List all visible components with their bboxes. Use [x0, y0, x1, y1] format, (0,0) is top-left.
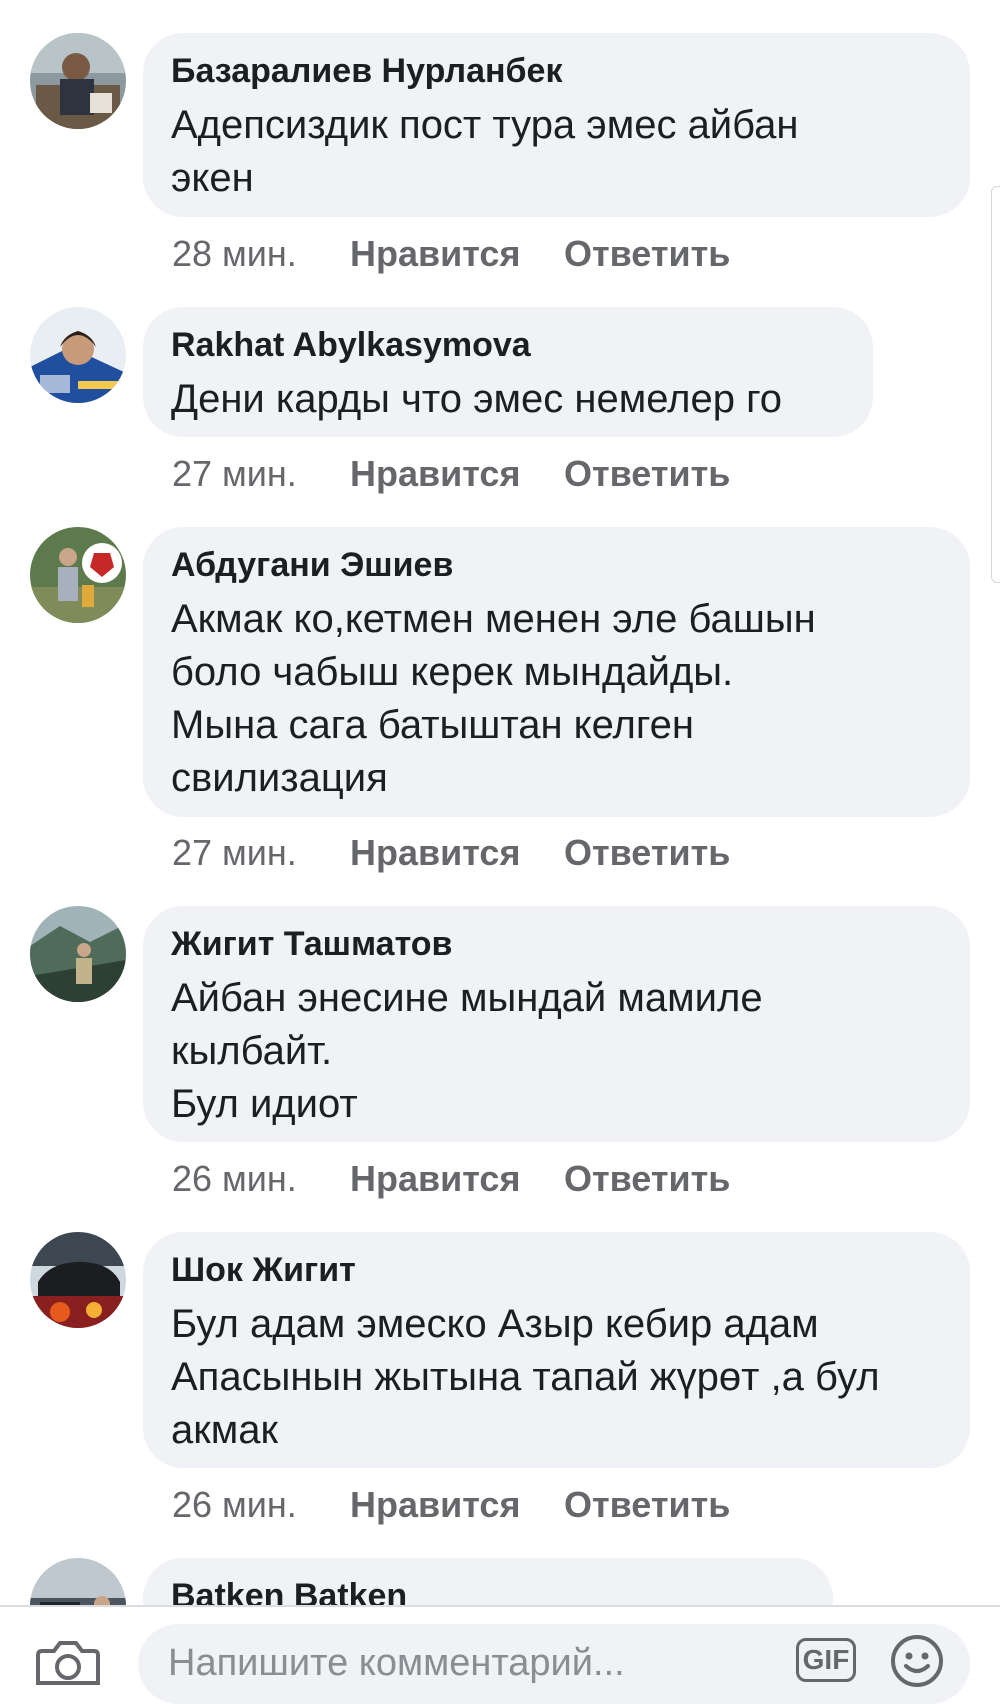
comment-meta: 27 мин. Нравится Ответить — [172, 452, 730, 496]
comment-meta: 26 мин. Нравится Ответить — [172, 1483, 730, 1527]
comment-text-line: боло чабыш керек мындайды. — [171, 650, 734, 694]
comment-author[interactable]: Жигит Ташматов — [171, 924, 942, 964]
comment-text-line: экен — [171, 156, 254, 200]
comment-bubble: Абдугани Эшиев Акмак ко,кетмен менен эле… — [143, 527, 970, 817]
avatar[interactable] — [30, 307, 126, 403]
comment-text: Адепсиздик пост тура эмес айбан экен — [171, 99, 942, 205]
comment-text-line: Айбан энесине мындай мамиле — [171, 976, 763, 1020]
comments-feed: Базаралиев Нурланбек Адепсиздик пост тур… — [0, 0, 1000, 1605]
comment-bubble: Batken Batken — [143, 1558, 833, 1605]
comment-input[interactable] — [166, 1632, 770, 1694]
comment-bubble: Шок Жигит Бул адам эмеско Азыр кебир ада… — [143, 1232, 970, 1468]
gif-button[interactable]: GIF — [796, 1638, 856, 1682]
comment-composer: GIF — [0, 1605, 1000, 1704]
like-button[interactable]: Нравится — [350, 452, 564, 496]
reply-button[interactable]: Ответить — [564, 232, 730, 276]
comment-bubble: Rakhat Abylkasymova Дени карды что эмес … — [143, 307, 873, 437]
avatar[interactable] — [30, 906, 126, 1002]
reply-button[interactable]: Ответить — [564, 452, 730, 496]
scrollbar-handle[interactable] — [991, 186, 1000, 583]
comment-timestamp[interactable]: 28 мин. — [172, 232, 350, 276]
reply-button[interactable]: Ответить — [564, 1157, 730, 1201]
comment-text-line: Бул адам эмеско Азыр кебир адам — [171, 1302, 819, 1346]
comment-bubble: Жигит Ташматов Айбан энесине мындай мами… — [143, 906, 970, 1142]
comment-meta: 28 мин. Нравится Ответить — [172, 232, 730, 276]
comment-timestamp[interactable]: 27 мин. — [172, 831, 350, 875]
like-button[interactable]: Нравится — [350, 1157, 564, 1201]
like-button[interactable]: Нравится — [350, 1483, 564, 1527]
comment-text: Акмак ко,кетмен менен эле башын боло чаб… — [171, 593, 942, 805]
comment-text-line: Мына сага батыштан келген — [171, 703, 694, 747]
comment-input-container: GIF — [138, 1624, 970, 1704]
comment-author[interactable]: Шок Жигит — [171, 1250, 942, 1290]
comment-timestamp[interactable]: 27 мин. — [172, 452, 350, 496]
comment-text-line: кылбайт. — [171, 1029, 333, 1073]
avatar[interactable] — [30, 1232, 126, 1328]
avatar[interactable] — [30, 527, 126, 623]
comment-author[interactable]: Базаралиев Нурланбек — [171, 51, 942, 91]
avatar[interactable] — [30, 33, 126, 129]
comment-text-line: Адепсиздик пост тура эмес айбан — [171, 103, 799, 147]
like-button[interactable]: Нравится — [350, 232, 564, 276]
comment-text-line: свилизация — [171, 756, 388, 800]
comment-text-line: Акмак ко,кетмен менен эле башын — [171, 597, 816, 641]
reply-button[interactable]: Ответить — [564, 831, 730, 875]
reply-button[interactable]: Ответить — [564, 1483, 730, 1527]
comment-text-line: Апасынын жытына тапай жүрөт ,а бул — [171, 1355, 880, 1399]
comment-text: Айбан энесине мындай мамиле кылбайт. Бул… — [171, 972, 942, 1131]
comment-meta: 26 мин. Нравится Ответить — [172, 1157, 730, 1201]
like-button[interactable]: Нравится — [350, 831, 564, 875]
comment-text-line: акмак — [171, 1408, 278, 1452]
comment-timestamp[interactable]: 26 мин. — [172, 1157, 350, 1201]
comment-author[interactable]: Абдугани Эшиев — [171, 545, 942, 585]
comment-author[interactable]: Batken Batken — [171, 1576, 805, 1605]
comment-meta: 27 мин. Нравится Ответить — [172, 831, 730, 875]
comment-author[interactable]: Rakhat Abylkasymova — [171, 325, 845, 365]
avatar[interactable] — [30, 1558, 126, 1605]
comment-text: Дени карды что эмес немелер го — [171, 373, 845, 426]
comment-timestamp[interactable]: 26 мин. — [172, 1483, 350, 1527]
comment-bubble: Базаралиев Нурланбек Адепсиздик пост тур… — [143, 33, 970, 217]
camera-icon[interactable] — [36, 1637, 100, 1685]
comment-text-line: Бул идиот — [171, 1082, 358, 1126]
comment-text-line: Дени карды что эмес немелер го — [171, 377, 783, 421]
comment-text: Бул адам эмеско Азыр кебир адам Апасынын… — [171, 1298, 942, 1457]
